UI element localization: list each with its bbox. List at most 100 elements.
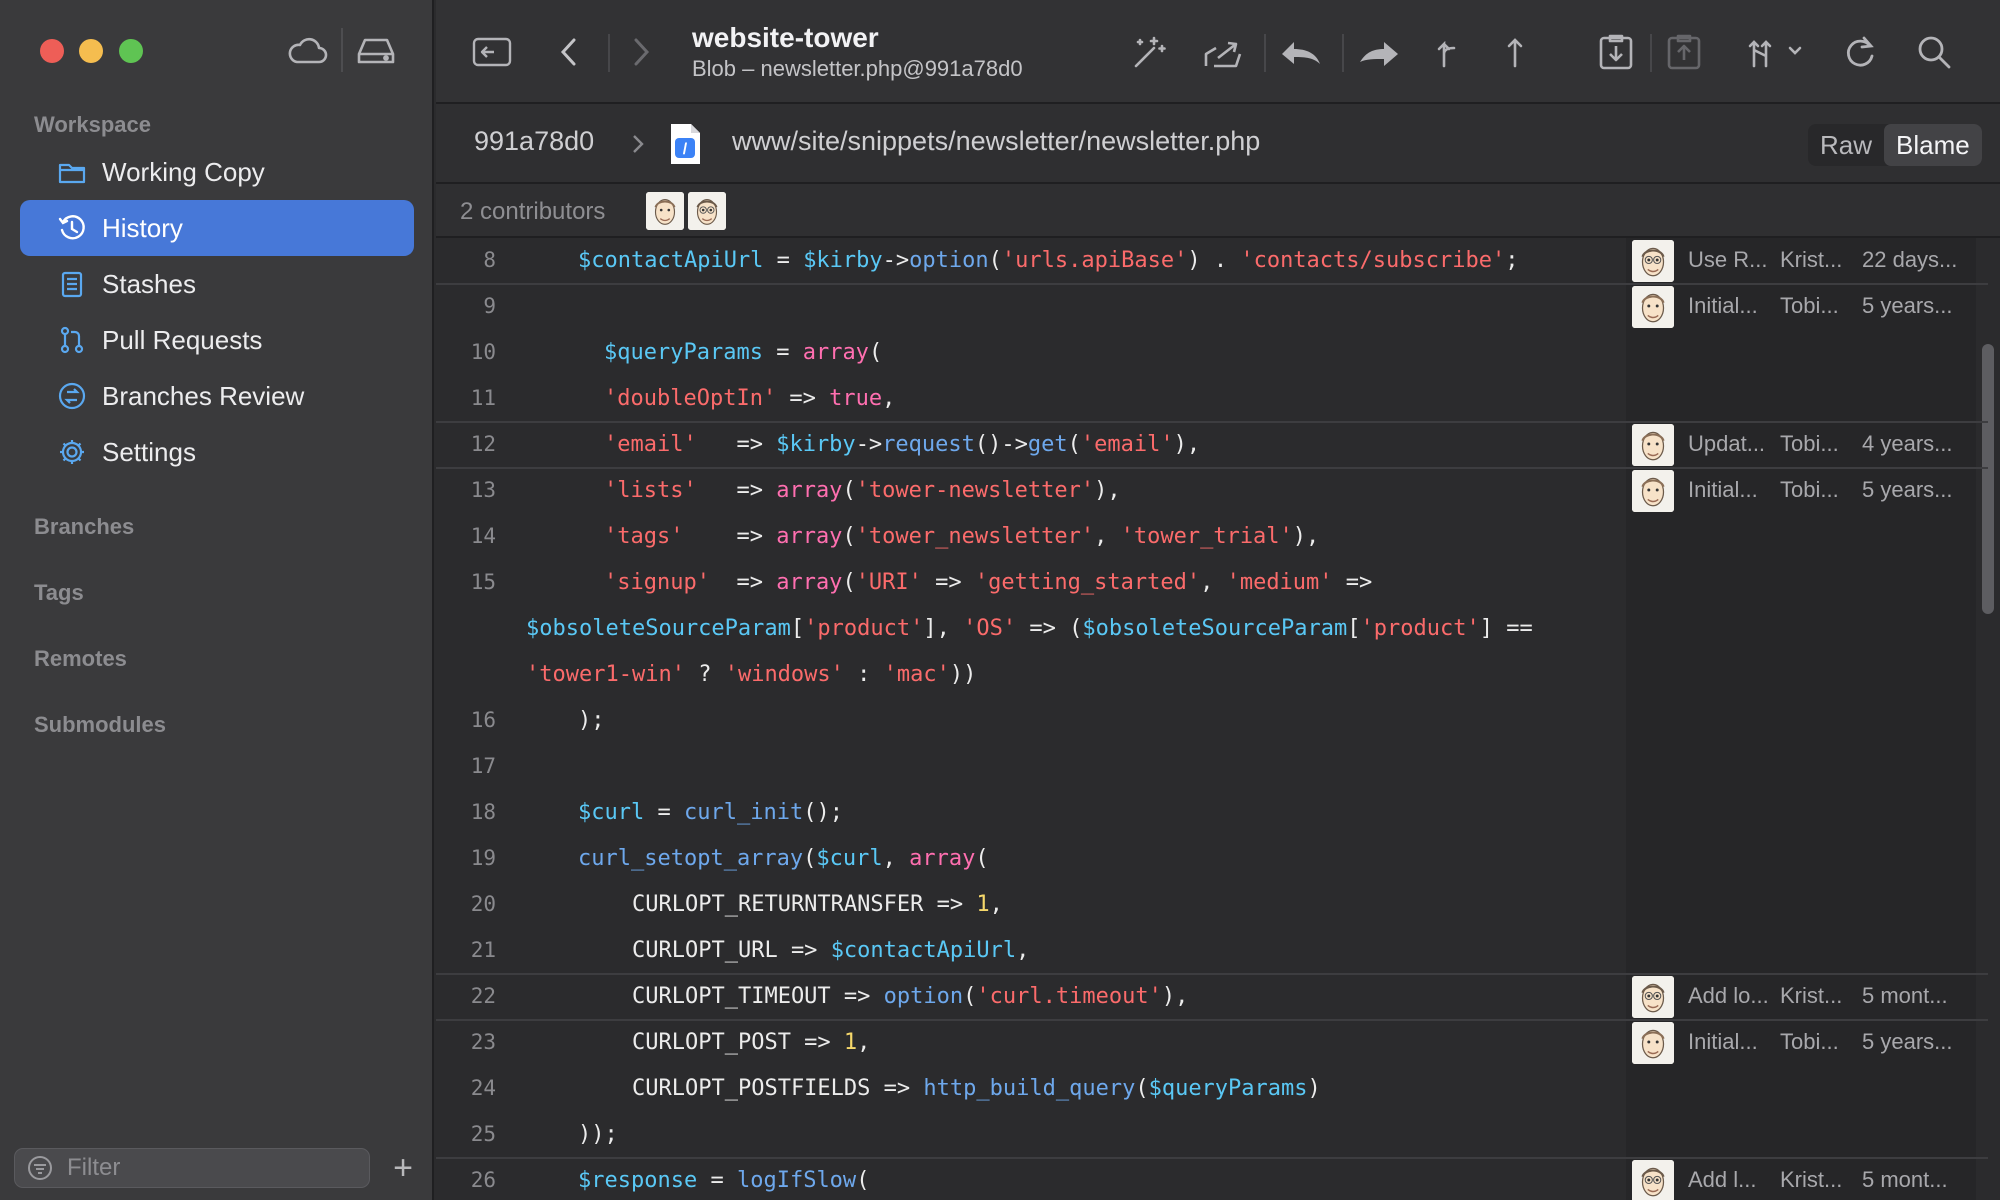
code-line: 21 CURLOPT_URL => $contactApiUrl, [436, 928, 1626, 974]
avatar [1632, 976, 1674, 1018]
avatar[interactable] [688, 192, 726, 230]
line-number: 16 [470, 708, 496, 732]
sidebar-section-branches[interactable]: Branches [34, 514, 134, 540]
code-line: 13 'lists' => array('tower-newsletter'), [436, 468, 1626, 514]
close-window-button[interactable] [40, 39, 64, 63]
cloud-icon[interactable] [286, 30, 330, 70]
blame-entry[interactable]: Updat... Tobi... 4 years... [1626, 422, 1976, 468]
back-icon[interactable] [554, 30, 584, 74]
view-mode-toggle: Raw Blame [1808, 124, 1982, 166]
code-text: CURLOPT_POSTFIELDS => http_build_query($… [632, 1076, 1321, 1101]
filter-input[interactable] [65, 1153, 349, 1183]
window-title: website-tower [692, 22, 879, 53]
code-line: 20 CURLOPT_RETURNTRANSFER => 1, [436, 882, 1626, 928]
svg-text:/: / [683, 141, 688, 158]
commit-author: Krist... [1780, 1167, 1843, 1192]
php-file-icon: / [671, 124, 700, 164]
sidebar-item-history[interactable]: History [20, 200, 414, 256]
sidebar-toggle-icon[interactable] [470, 30, 514, 74]
commit-message: Initial... [1688, 477, 1758, 502]
code-line: $obsoleteSourceParam['product'], 'OS' =>… [436, 606, 1626, 652]
code-line: 11 'doubleOptIn' => true, [436, 376, 1626, 422]
line-number: 25 [470, 1122, 496, 1146]
code-line: 17 [436, 744, 1626, 790]
folder-icon [56, 156, 88, 188]
sidebar-item-pull-requests[interactable]: Pull Requests [20, 312, 414, 368]
raw-view-button[interactable]: Raw [1808, 124, 1884, 166]
code-text: CURLOPT_TIMEOUT => option('curl.timeout'… [632, 984, 1189, 1009]
scrollbar-thumb[interactable] [1982, 344, 1994, 614]
code-text: 'lists' => array('tower-newsletter'), [604, 478, 1121, 503]
sidebar-section-remotes[interactable]: Remotes [34, 646, 127, 672]
blame-view-button[interactable]: Blame [1884, 124, 1982, 166]
commit-author: Tobi... [1780, 477, 1839, 502]
commit-author: Tobi... [1780, 431, 1839, 456]
commit-author: Krist... [1780, 983, 1843, 1008]
scrollbar[interactable] [1976, 238, 2000, 1200]
code-line: 8 $contactApiUrl = $kirby->option('urls.a… [436, 238, 1626, 284]
blame-entry[interactable]: Initial... Tobi... 5 years... [1626, 468, 1976, 514]
search-icon[interactable] [1914, 30, 1954, 74]
sidebar-item-settings[interactable]: Settings [20, 424, 414, 480]
blame-entry[interactable]: Use R... Krist... 22 days... [1626, 238, 1976, 284]
commit-message: Updat... [1688, 431, 1766, 456]
maximize-window-button[interactable] [119, 39, 143, 63]
code-line: 12 'email' => $kirby->request()->get('ema… [436, 422, 1626, 468]
sidebar-item-stashes[interactable]: Stashes [20, 256, 414, 312]
share-icon[interactable] [1200, 30, 1246, 74]
code-text: $obsoleteSourceParam['product'], 'OS' =>… [526, 616, 1533, 641]
sidebar-item-branches-review[interactable]: Branches Review [20, 368, 414, 424]
stash-save-icon[interactable] [1596, 30, 1636, 74]
code-line: 26 $response = logIfSlow( [436, 1158, 1626, 1200]
toolbar-separator [1264, 34, 1266, 72]
sidebar-section-tags[interactable]: Tags [34, 580, 84, 606]
merge-menu-icon[interactable] [1744, 30, 1808, 74]
line-number: 19 [470, 846, 496, 870]
add-button[interactable]: + [388, 1150, 418, 1186]
commit-hash[interactable]: 991a78d0 [474, 126, 594, 157]
window-subtitle: Blob – newsletter.php@991a78d0 [692, 56, 1023, 81]
sidebar-item-label: Pull Requests [102, 324, 263, 355]
refresh-icon[interactable] [1840, 30, 1880, 74]
code-text: CURLOPT_POST => 1, [632, 1030, 871, 1055]
code-line: 14 'tags' => array('tower_newsletter', 't… [436, 514, 1626, 560]
redo-icon[interactable] [1356, 30, 1402, 74]
toolbar-separator [608, 34, 610, 72]
blame-entry[interactable]: Initial... Tobi... 5 years... [1626, 284, 1976, 330]
push-icon[interactable] [1500, 30, 1530, 74]
forward-icon[interactable] [626, 30, 656, 74]
code-text: 'tags' => array('tower_newsletter', 'tow… [604, 524, 1320, 549]
file-path: www/site/snippets/newsletter/newsletter.… [732, 126, 1261, 156]
commit-message: Use R... [1688, 247, 1768, 272]
line-number: 21 [470, 938, 496, 962]
sidebar-item-label: Branches Review [102, 380, 305, 411]
workspace-section-label: Workspace [34, 112, 151, 137]
sidebar-item-working-copy[interactable]: Working Copy [20, 144, 414, 200]
line-number: 20 [470, 892, 496, 916]
code-line: 'tower1-win' ? 'windows' : 'mac')) [436, 652, 1626, 698]
blame-entry[interactable]: Initial... Tobi... 5 years... [1626, 1020, 1976, 1066]
code-line: 9 [436, 284, 1626, 330]
sidebar-item-label: Stashes [102, 268, 196, 299]
branches-review-icon [56, 380, 88, 412]
avatar [1632, 1160, 1674, 1200]
undo-icon[interactable] [1278, 30, 1324, 74]
commit-author: Tobi... [1780, 293, 1839, 318]
fetch-icon[interactable] [1430, 30, 1464, 74]
commit-author: Tobi... [1780, 1029, 1839, 1054]
sidebar-section-submodules[interactable]: Submodules [34, 712, 166, 738]
magic-wand-icon[interactable] [1126, 30, 1172, 74]
stash-pop-icon[interactable] [1664, 30, 1704, 74]
contributors-count: 2 contributors [460, 198, 606, 225]
code-line: 10 $queryParams = array( [436, 330, 1626, 376]
code-line: 19 curl_setopt_array($curl, array( [436, 836, 1626, 882]
code-line: 24 CURLOPT_POSTFIELDS => http_build_query… [436, 1066, 1626, 1112]
drive-icon[interactable] [354, 30, 398, 70]
blame-entry[interactable]: Add lo... Krist... 5 mont... [1626, 974, 1976, 1020]
minimize-window-button[interactable] [79, 39, 103, 63]
blame-entry[interactable]: Add l... Krist... 5 mont... [1626, 1158, 1976, 1200]
line-number: 12 [470, 432, 496, 456]
code-text: $queryParams = array( [604, 340, 883, 365]
code-text: 'tower1-win' ? 'windows' : 'mac')) [526, 662, 977, 687]
avatar[interactable] [646, 192, 684, 230]
